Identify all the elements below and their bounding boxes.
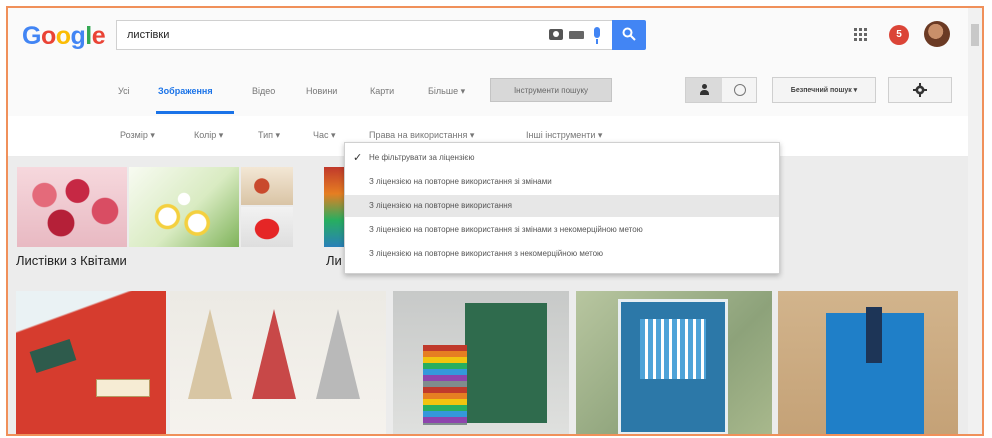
menu-item-reuse-noncommercial[interactable]: З ліцензією на повторне використання з н… [345, 243, 779, 265]
result-image[interactable] [778, 291, 958, 434]
usage-rights-menu: ✓ Не фільтрувати за ліцензією З ліцензією… [344, 142, 780, 274]
tool-color[interactable]: Колір ▾ [194, 130, 223, 141]
tree-shape [252, 309, 296, 399]
checkmark-icon: ✓ [353, 152, 363, 164]
menu-item-label: З ліцензією на повторне використання зі … [369, 225, 643, 234]
result-image[interactable] [576, 291, 772, 434]
logo-letter: G [22, 22, 41, 50]
logo-letter: o [55, 22, 71, 50]
result-image[interactable] [16, 291, 166, 434]
personal-results-button[interactable] [686, 78, 722, 102]
search-input[interactable]: листівки [116, 20, 614, 50]
safe-search-dropdown[interactable]: Безпечний пошук ▾ [772, 77, 876, 103]
personal-results-toggle[interactable] [685, 77, 757, 103]
keyboard-icon[interactable] [569, 31, 584, 39]
microphone-icon[interactable] [594, 27, 600, 44]
scrollbar-thumb[interactable] [971, 24, 979, 46]
person-icon [699, 84, 709, 96]
tab-video[interactable]: Відео [252, 86, 275, 96]
search-tools-button[interactable]: Інструменти пошуку [490, 78, 612, 102]
menu-item-reuse-modify-noncommercial[interactable]: З ліцензією на повторне використання зі … [345, 219, 779, 241]
tab-maps[interactable]: Карти [370, 86, 394, 96]
notifications-badge[interactable]: 5 [889, 25, 909, 45]
tie-shape [866, 307, 882, 363]
related-collage[interactable] [17, 167, 293, 249]
header: Google листівки 5 [8, 8, 982, 66]
menu-item-label: З ліцензією на повторне використання зі … [369, 177, 552, 186]
browser-frame: Google листівки 5 Усі Зображення Відео Н… [6, 6, 984, 436]
tool-type[interactable]: Тип ▾ [258, 130, 280, 141]
tool-usage-rights[interactable]: Права на використання ▾ [369, 130, 474, 141]
related-collage-2[interactable] [324, 167, 346, 247]
menu-item-label: З ліцензією на повторне використання [369, 201, 512, 210]
collage-image-red[interactable] [241, 207, 293, 247]
tree-shape [188, 309, 232, 399]
tool-time[interactable]: Час ▾ [313, 130, 336, 141]
menu-item-label: З ліцензією на повторне використання з н… [369, 249, 604, 258]
scrollbar[interactable] [968, 8, 982, 434]
settings-button[interactable] [888, 77, 952, 103]
tab-news[interactable]: Новини [306, 86, 337, 96]
logo-letter: o [40, 22, 56, 50]
search-icon [622, 27, 636, 41]
avatar[interactable] [924, 21, 950, 47]
collage-label-2[interactable]: Ли [326, 253, 342, 268]
menu-item-reuse-modify[interactable]: З ліцензією на повторне використання зі … [345, 171, 779, 193]
menu-item-no-filter[interactable]: ✓ Не фільтрувати за ліцензією [345, 147, 779, 169]
collage-image-daisies[interactable] [129, 167, 239, 247]
camera-icon[interactable] [549, 29, 563, 40]
menu-item-reuse[interactable]: З ліцензією на повторне використання [345, 195, 779, 217]
tab-all[interactable]: Усі [118, 86, 130, 96]
tool-more-tools[interactable]: Інші інструменти ▾ [526, 130, 602, 141]
tab-more[interactable]: Більше ▾ [428, 86, 465, 97]
tool-size[interactable]: Розмір ▾ [120, 130, 155, 141]
search-button[interactable] [612, 20, 646, 50]
search-query[interactable]: листівки [127, 29, 169, 41]
tree-shape [316, 309, 360, 399]
collage-image-small[interactable] [241, 167, 293, 205]
google-logo[interactable]: Google [22, 22, 106, 51]
result-image[interactable] [170, 291, 386, 434]
shirt-shape [640, 319, 706, 379]
card-shape [465, 303, 547, 423]
stripes-shape [423, 345, 467, 425]
active-tab-indicator [156, 111, 234, 114]
logo-letter: e [91, 22, 106, 50]
collage-label[interactable]: Листівки з Квітами [16, 253, 127, 268]
result-image[interactable] [393, 291, 569, 434]
globe-icon[interactable] [734, 84, 746, 96]
logo-letter: g [70, 22, 86, 50]
collage-image-roses[interactable] [17, 167, 127, 247]
apps-grid-icon[interactable] [854, 28, 868, 42]
search-tabs: Усі Зображення Відео Новини Карти Більше… [8, 66, 982, 117]
gear-icon [913, 83, 927, 97]
menu-item-label: Не фільтрувати за ліцензією [369, 153, 475, 162]
tab-images[interactable]: Зображення [158, 86, 213, 96]
